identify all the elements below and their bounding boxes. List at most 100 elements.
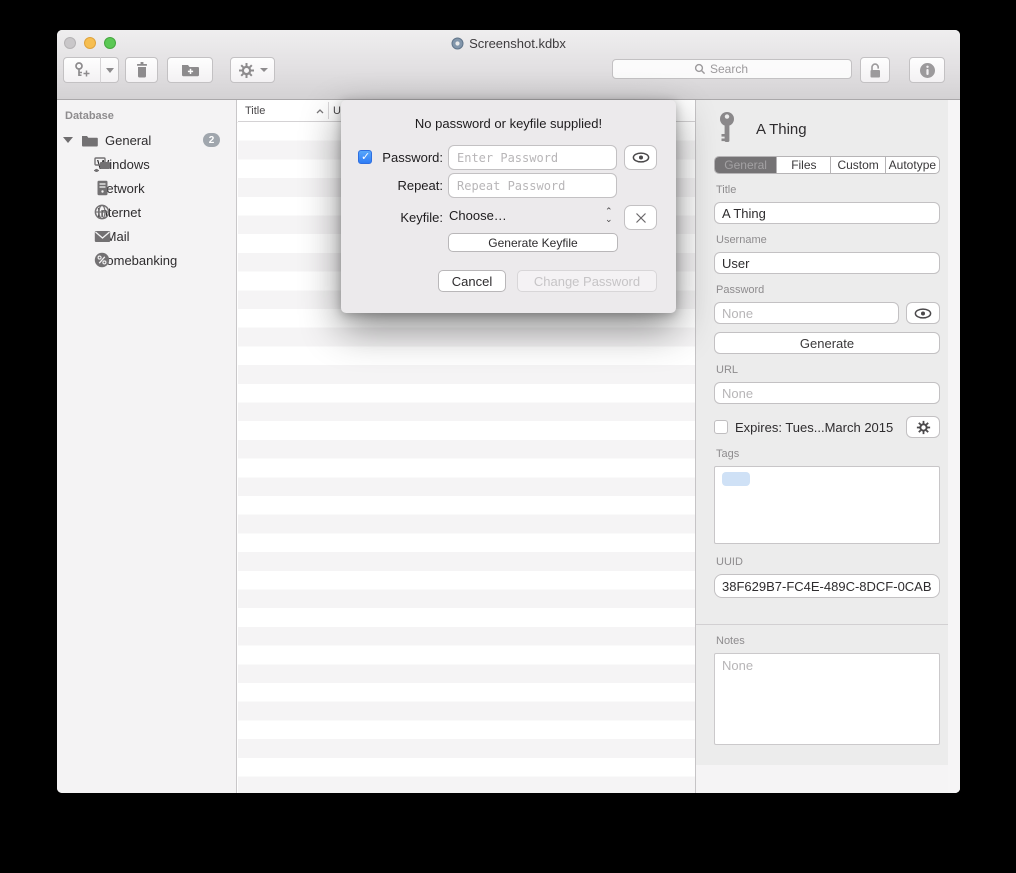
inspector-footer (695, 765, 960, 793)
delete-button[interactable] (125, 57, 158, 83)
inspector-panel: A Thing General Files Custom Autotype Ti… (695, 100, 960, 793)
url-field-label: URL (716, 364, 938, 376)
password-field[interactable] (714, 302, 899, 324)
expires-checkbox[interactable] (714, 420, 728, 434)
disclosure-triangle-icon[interactable] (63, 137, 73, 143)
entry-header: A Thing (716, 110, 940, 148)
reveal-password-button[interactable] (906, 302, 940, 324)
percent-circle-icon (93, 252, 111, 268)
expires-label: Expires: Tues...March 2015 (735, 420, 899, 435)
gear-icon (916, 420, 931, 435)
entry-title: A Thing (756, 121, 807, 138)
key-icon (716, 111, 738, 147)
tags-box[interactable] (714, 466, 940, 544)
sidebar-section-header: Database (65, 110, 236, 122)
notes-field[interactable] (714, 653, 940, 745)
tab-general[interactable]: General (715, 157, 776, 173)
generate-keyfile-button[interactable]: Generate Keyfile (448, 233, 618, 252)
action-button[interactable] (230, 57, 275, 83)
repeat-row: Repeat: (341, 173, 676, 199)
show-password-button[interactable] (624, 145, 657, 170)
info-icon (919, 62, 936, 79)
screen: Screenshot.kdbx Add Entry (0, 0, 1016, 873)
sidebar-item-general[interactable]: General 2 (57, 128, 236, 152)
tab-custom[interactable]: Custom (830, 157, 884, 173)
sidebar: Database General 2 (57, 100, 237, 793)
clear-keyfile-button[interactable] (624, 205, 657, 230)
chevron-down-icon (260, 68, 268, 72)
uuid-field[interactable] (714, 574, 940, 598)
repeat-label: Repeat: (371, 178, 443, 193)
add-group-button[interactable] (167, 57, 213, 83)
sort-ascending-icon (316, 109, 324, 114)
sidebar-item-internet[interactable]: Internet (57, 200, 236, 224)
sidebar-item-label: General (105, 133, 151, 148)
lock-button[interactable] (860, 57, 890, 83)
key-plus-icon (72, 61, 92, 79)
search-input[interactable] (710, 62, 770, 76)
globe-icon (93, 204, 111, 220)
sidebar-item-homebanking[interactable]: Homebanking (57, 248, 236, 272)
repeat-password-input[interactable] (448, 173, 617, 198)
notes-label: Notes (716, 635, 938, 647)
username-field[interactable] (714, 252, 940, 274)
folder-plus-icon (180, 62, 200, 78)
eye-icon (914, 308, 932, 319)
keyfile-row: Keyfile: Choose… ⌃⌄ (341, 205, 676, 231)
unlock-icon (867, 62, 883, 79)
column-header-title[interactable]: Title (245, 105, 315, 117)
expires-settings-button[interactable] (906, 416, 940, 438)
chevron-down-icon (106, 68, 114, 73)
app-window: Screenshot.kdbx Add Entry (57, 30, 960, 793)
trash-icon (134, 61, 150, 79)
server-icon (93, 180, 111, 196)
uuid-label: UUID (716, 556, 938, 568)
document-proxy-icon (451, 37, 464, 50)
tab-files[interactable]: Files (776, 157, 830, 173)
password-field-label: Password (716, 284, 938, 296)
entry-count-badge: 2 (203, 133, 220, 147)
folder-icon (80, 134, 98, 147)
dialog-message: No password or keyfile supplied! (341, 116, 676, 131)
keyfile-popup[interactable]: Choose… (449, 208, 507, 223)
eye-icon (632, 152, 650, 163)
section-divider (696, 624, 960, 625)
window-chrome: Screenshot.kdbx Add Entry (57, 30, 960, 100)
password-label: Password: (371, 150, 443, 165)
keyfile-label: Keyfile: (371, 210, 443, 225)
change-password-dialog: No password or keyfile supplied! Passwor… (341, 100, 676, 313)
add-entry-dropdown-button[interactable] (100, 57, 119, 83)
stepper-icon[interactable]: ⌃⌄ (605, 207, 613, 223)
title-field[interactable] (714, 202, 940, 224)
inspector-button[interactable] (909, 57, 945, 83)
gear-icon (238, 62, 255, 79)
password-checkbox[interactable] (358, 150, 372, 164)
expires-row: Expires: Tues...March 2015 (714, 416, 940, 438)
url-field[interactable] (714, 382, 940, 404)
sidebar-item-email[interactable]: EMail (57, 224, 236, 248)
windows-network-icon (93, 157, 111, 172)
tags-label: Tags (716, 448, 938, 460)
change-password-button[interactable]: Change Password (517, 270, 657, 292)
title-field-label: Title (716, 184, 938, 196)
titlebar: Screenshot.kdbx (57, 34, 960, 52)
window-title: Screenshot.kdbx (469, 36, 566, 51)
close-x-icon (635, 212, 647, 224)
inspector-scrollbar[interactable] (948, 100, 960, 793)
column-divider[interactable] (328, 102, 329, 119)
generate-password-button[interactable]: Generate (714, 332, 940, 354)
column-header-username[interactable]: U (333, 105, 341, 117)
sidebar-item-windows[interactable]: Windows (57, 152, 236, 176)
sidebar-item-network[interactable]: Network (57, 176, 236, 200)
inspector-tabs: General Files Custom Autotype (714, 156, 940, 174)
search-box[interactable] (612, 59, 852, 79)
tag-pill[interactable] (722, 472, 750, 486)
add-entry-button[interactable] (63, 57, 100, 83)
tab-autotype[interactable]: Autotype (885, 157, 939, 173)
enter-password-input[interactable] (448, 145, 617, 170)
search-icon (694, 63, 706, 75)
envelope-icon (93, 230, 111, 243)
username-field-label: Username (716, 234, 938, 246)
cancel-button[interactable]: Cancel (438, 270, 506, 292)
password-row: Password: (341, 145, 676, 171)
